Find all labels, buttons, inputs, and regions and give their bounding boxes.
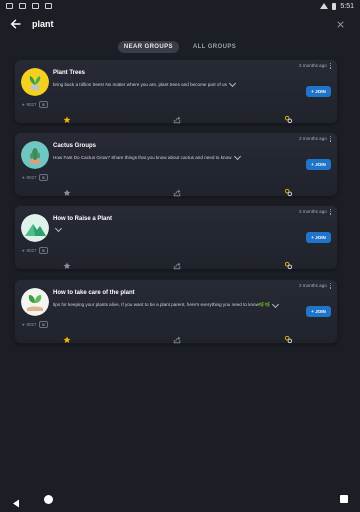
system-nav-bar: [0, 488, 360, 512]
group-location: 8027: [26, 322, 37, 327]
notification-icon: [45, 3, 52, 9]
status-time: 5:51: [340, 2, 354, 10]
group-title: Cactus Groups: [53, 143, 97, 149]
group-description-text: bring back a trillion trees! No matter w…: [53, 82, 227, 87]
post-date-text: 2 months ago: [298, 63, 327, 69]
card-actions: [15, 257, 337, 270]
location-pin-icon: ⌖: [22, 248, 25, 253]
chevron-down-icon[interactable]: [272, 300, 280, 308]
join-button[interactable]: + JOIN: [306, 306, 331, 317]
group-description-text: How Fast Do Cactus Grow? Share things th…: [53, 155, 232, 160]
battery-icon: [332, 2, 337, 10]
group-description-text: tips for keeping your plants alive, If y…: [53, 302, 271, 307]
post-date-text: 2 months ago: [298, 283, 327, 289]
group-location: 8027: [26, 175, 37, 180]
nav-home-icon[interactable]: [44, 495, 53, 504]
star-icon[interactable]: [63, 184, 71, 202]
post-date: 2 months ago: [299, 209, 331, 215]
join-button[interactable]: + JOIN: [306, 86, 331, 97]
search-input[interactable]: [32, 19, 312, 29]
group-description: bring back a trillion trees! No matter w…: [53, 79, 253, 88]
group-location: 8027: [26, 102, 37, 107]
group-description: tips for keeping your plants alive, If y…: [53, 300, 280, 308]
wifi-icon: [320, 3, 329, 9]
chevron-down-icon[interactable]: [54, 224, 63, 233]
more-options-icon[interactable]: [329, 283, 331, 289]
invite-icon[interactable]: [284, 331, 293, 349]
back-arrow-icon[interactable]: [8, 17, 22, 31]
post-date-text: 2 months ago: [298, 209, 327, 215]
group-tabs: NEAR GROUPS ALL GROUPS: [0, 41, 360, 53]
group-location: 8027: [26, 248, 37, 253]
location-pin-icon: ⌖: [22, 175, 25, 180]
group-avatar: [21, 68, 49, 96]
group-badge: ⊞: [38, 101, 48, 108]
invite-icon[interactable]: [284, 111, 293, 129]
group-badge: ⊞: [38, 321, 48, 328]
group-title: How to Raise a Plant: [53, 216, 113, 222]
card-actions: [15, 184, 337, 197]
card-actions: [15, 111, 337, 124]
group-card[interactable]: How to Raise a Plant 2 months ago ⌖ 8027…: [15, 206, 337, 270]
post-date-text: 2 months ago: [298, 136, 327, 142]
share-icon[interactable]: [173, 257, 181, 275]
group-badge: ⊞: [38, 174, 48, 181]
group-card[interactable]: Plant Trees bring back a trillion trees!…: [15, 60, 337, 124]
group-meta: ⌖ 8027 ⊞: [22, 174, 48, 181]
card-actions: [15, 331, 337, 344]
share-icon[interactable]: [173, 184, 181, 202]
post-date: 2 months ago: [299, 63, 331, 69]
more-options-icon[interactable]: [329, 209, 331, 215]
share-icon[interactable]: [173, 331, 181, 349]
group-avatar: [21, 214, 49, 242]
more-options-icon[interactable]: [329, 63, 331, 69]
star-icon[interactable]: [63, 111, 71, 129]
more-options-icon[interactable]: [329, 136, 331, 142]
nav-back-icon[interactable]: [12, 495, 20, 512]
group-avatar: [21, 141, 49, 169]
nav-recents-icon[interactable]: [340, 495, 348, 503]
close-icon[interactable]: [334, 18, 346, 30]
share-icon[interactable]: [173, 111, 181, 129]
tab-near-groups[interactable]: NEAR GROUPS: [117, 41, 179, 53]
group-avatar: [21, 288, 49, 316]
notification-icon: [6, 3, 13, 9]
invite-icon[interactable]: [284, 257, 293, 275]
group-meta: ⌖ 8027 ⊞: [22, 101, 48, 108]
post-date: 2 months ago: [299, 136, 331, 142]
chevron-down-icon[interactable]: [233, 152, 241, 161]
group-card[interactable]: Cactus Groups How Fast Do Cactus Grow? S…: [15, 133, 337, 197]
location-pin-icon: ⌖: [22, 102, 25, 107]
search-bar: [0, 12, 360, 36]
star-icon[interactable]: [63, 257, 71, 275]
notification-icon: [32, 3, 39, 9]
join-button[interactable]: + JOIN: [306, 232, 331, 243]
tab-all-groups[interactable]: ALL GROUPS: [187, 41, 242, 53]
group-title: How to take care of the plant: [53, 290, 135, 296]
group-description: How Fast Do Cactus Grow? Share things th…: [53, 152, 253, 161]
invite-icon[interactable]: [284, 184, 293, 202]
group-description: [53, 224, 253, 233]
group-card[interactable]: How to take care of the plant tips for k…: [15, 280, 337, 344]
join-button[interactable]: + JOIN: [306, 159, 331, 170]
group-title: Plant Trees: [53, 70, 86, 76]
notification-icon: [19, 3, 26, 9]
group-badge: ⊞: [38, 247, 48, 254]
location-pin-icon: ⌖: [22, 322, 25, 327]
status-bar: 5:51: [0, 0, 360, 12]
post-date: 2 months ago: [299, 283, 331, 289]
star-icon[interactable]: [63, 331, 71, 349]
chevron-down-icon[interactable]: [228, 79, 236, 88]
group-meta: ⌖ 8027 ⊞: [22, 247, 48, 254]
group-meta: ⌖ 8027 ⊞: [22, 321, 48, 328]
